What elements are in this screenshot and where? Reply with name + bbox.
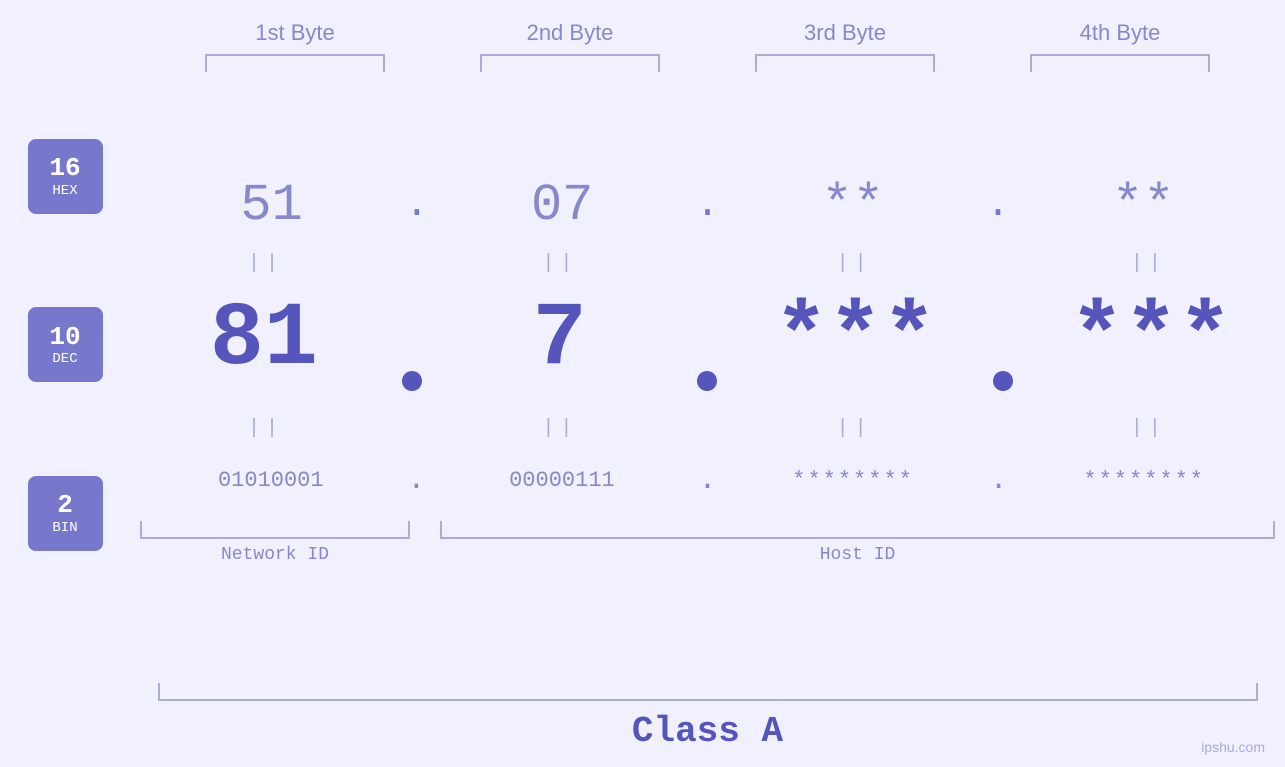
badges-column: 16 HEX 10 DEC 2 BIN xyxy=(0,82,130,678)
dec-badge-label: DEC xyxy=(52,351,77,367)
hex-badge: 16 HEX xyxy=(28,139,103,214)
col-header-2: 2nd Byte xyxy=(455,20,685,46)
hex-badge-number: 16 xyxy=(49,154,80,183)
pipe-3: || xyxy=(837,252,873,275)
dec-dot-2 xyxy=(697,371,717,391)
hex-row: 51 . 07 . ** . ** xyxy=(130,166,1285,246)
class-area: Class A xyxy=(158,683,1258,752)
col-header-3: 3rd Byte xyxy=(730,20,960,46)
sep-row-1: || || || || xyxy=(130,246,1285,281)
pipe-6: || xyxy=(542,417,578,440)
bin-badge-number: 2 xyxy=(57,491,73,520)
bracket-top-2 xyxy=(480,54,660,72)
hex-badge-label: HEX xyxy=(52,183,77,199)
watermark: ipshu.com xyxy=(1201,739,1265,755)
bracket-top-4 xyxy=(1030,54,1210,72)
dec-dot-3 xyxy=(993,371,1013,391)
id-labels-row: Network ID Host ID xyxy=(130,545,1285,565)
host-id-label: Host ID xyxy=(820,545,896,565)
dec-dot-1 xyxy=(402,371,422,391)
bin-badge-label: BIN xyxy=(52,520,77,536)
sep-row-2: || || || || xyxy=(130,411,1285,446)
hex-dot-1: . xyxy=(405,186,429,226)
bin-b3: ******** xyxy=(792,468,914,493)
bracket-top-3 xyxy=(755,54,935,72)
bracket-host xyxy=(440,521,1275,539)
bin-dot-1: . xyxy=(407,464,425,498)
dec-badge: 10 DEC xyxy=(28,307,103,382)
values-wrapper: 51 . 07 . ** . ** || || xyxy=(130,82,1285,678)
dec-b1: 81 xyxy=(210,289,318,391)
pipe-5: || xyxy=(248,417,284,440)
hex-dot-3: . xyxy=(986,186,1010,226)
dec-b4: *** xyxy=(1070,289,1232,391)
hex-b4: ** xyxy=(1112,176,1174,235)
bin-dot-3: . xyxy=(990,464,1008,498)
dec-b3: *** xyxy=(774,289,936,391)
pipe-8: || xyxy=(1131,417,1167,440)
pipe-4: || xyxy=(1131,252,1167,275)
hex-dot-2: . xyxy=(695,186,719,226)
column-headers: 1st Byte 2nd Byte 3rd Byte 4th Byte xyxy=(158,20,1258,46)
bracket-top-1 xyxy=(205,54,385,72)
col-header-1: 1st Byte xyxy=(180,20,410,46)
bin-row: 01010001 . 00000111 . ******** . *******… xyxy=(130,446,1285,516)
pipe-2: || xyxy=(542,252,578,275)
dec-badge-number: 10 xyxy=(49,323,80,352)
hex-b2: 07 xyxy=(531,176,593,235)
pipe-1: || xyxy=(248,252,284,275)
bracket-network xyxy=(140,521,410,539)
bin-b4: ******** xyxy=(1083,468,1205,493)
hex-b3: ** xyxy=(822,176,884,235)
col-header-4: 4th Byte xyxy=(1005,20,1235,46)
main-container: 1st Byte 2nd Byte 3rd Byte 4th Byte 16 H… xyxy=(0,0,1285,767)
class-label: Class A xyxy=(632,711,783,752)
dec-b2: 7 xyxy=(533,289,587,391)
dec-row: 81 7 *** *** xyxy=(130,281,1285,411)
bottom-bracket-area xyxy=(130,521,1285,539)
bin-b2: 00000111 xyxy=(509,468,615,493)
bin-badge: 2 BIN xyxy=(28,476,103,551)
network-id-label: Network ID xyxy=(221,545,329,565)
top-bracket-row xyxy=(158,54,1258,72)
bin-b1: 01010001 xyxy=(218,468,324,493)
bracket-class xyxy=(158,683,1258,701)
hex-b1: 51 xyxy=(240,176,302,235)
bin-dot-2: . xyxy=(698,464,716,498)
pipe-7: || xyxy=(837,417,873,440)
